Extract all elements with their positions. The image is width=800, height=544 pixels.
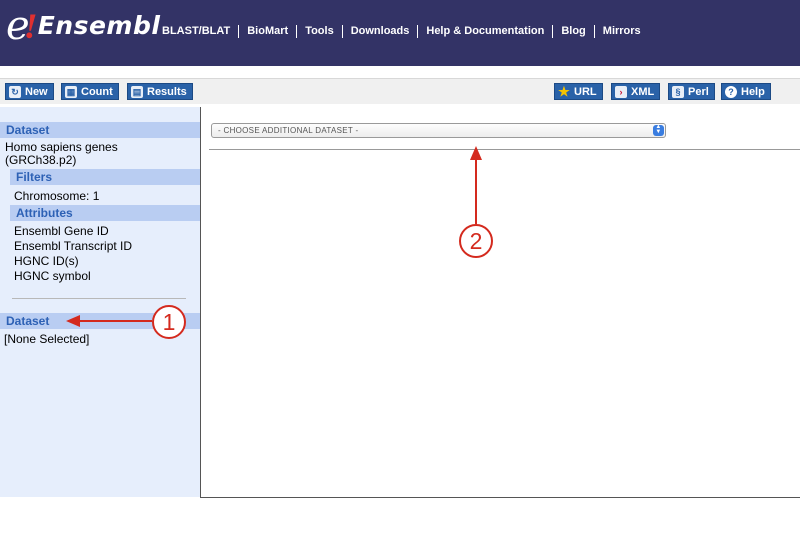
arrow-2	[470, 146, 482, 224]
arrow-1	[66, 315, 152, 327]
annotation-marker-1: 1	[152, 305, 186, 339]
biomart-page: e ! Ensembl BLAST/BLAT BioMart Tools Dow…	[0, 0, 800, 544]
annotation-arrows	[66, 146, 482, 327]
annotation-marker-2: 2	[459, 224, 493, 258]
